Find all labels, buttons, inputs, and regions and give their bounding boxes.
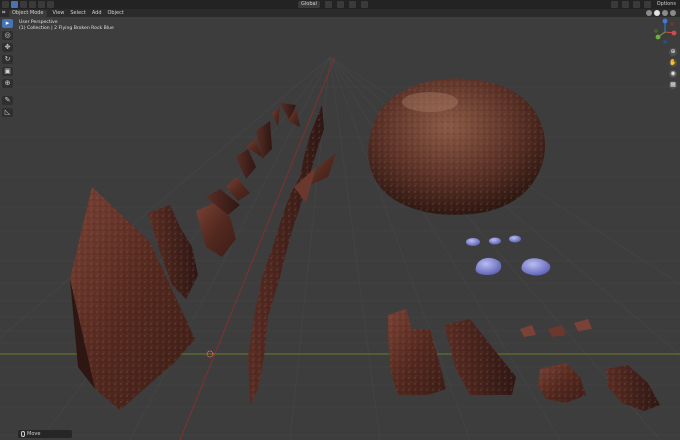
grid-icon[interactable]: ▦ <box>669 81 677 89</box>
3d-viewport[interactable]: User Perspective (1) Collection | 2 Flyi… <box>0 17 680 440</box>
menu-add[interactable]: Add <box>92 10 102 17</box>
transform-settings: Global <box>298 1 368 8</box>
rendered-shading-icon[interactable] <box>670 10 676 16</box>
rotate-tool-icon[interactable]: ↻ <box>2 55 13 64</box>
solid-shading-icon[interactable] <box>654 10 660 16</box>
select-box-mode-button[interactable] <box>11 1 18 8</box>
small-rock-fragments[interactable] <box>388 309 660 411</box>
camera-icon[interactable]: ◉ <box>669 70 677 78</box>
select-subtract-button[interactable] <box>29 1 36 8</box>
gizmo-y-axis-icon[interactable] <box>655 34 661 40</box>
proportional-edit-button[interactable] <box>348 1 356 8</box>
transform-tool-icon[interactable]: ⊕ <box>2 79 13 88</box>
collection-label: (1) Collection | 2 Flying Broken Rock Bl… <box>19 26 114 31</box>
mode-dropdown[interactable]: Object Mode <box>9 9 47 17</box>
status-hint: Move <box>18 430 72 438</box>
snap-toggle-button[interactable] <box>336 1 344 8</box>
tool-separator <box>2 91 13 93</box>
boulder-mesh[interactable] <box>368 78 546 215</box>
material-shading-icon[interactable] <box>662 10 668 16</box>
pan-hand-icon[interactable]: ✋ <box>669 59 677 67</box>
gizmo-neg-x-icon[interactable] <box>670 22 674 26</box>
gizmo-toggle-button[interactable] <box>621 1 629 8</box>
falloff-button[interactable] <box>360 1 368 8</box>
editor-type-button[interactable] <box>2 1 9 8</box>
menu-object[interactable]: Object <box>108 10 124 17</box>
wireframe-shading-icon[interactable] <box>646 10 652 16</box>
zoom-icon[interactable]: ⊕ <box>669 48 677 56</box>
select-tool-icon[interactable]: ▸ <box>2 19 13 28</box>
navigation-buttons: ⊕ ✋ ◉ ▦ <box>669 48 677 89</box>
overlay-toggle-button[interactable] <box>632 1 640 8</box>
gizmo-z-axis-icon[interactable] <box>662 18 668 24</box>
pivot-point-button[interactable] <box>324 1 332 8</box>
annotate-tool-icon[interactable]: ✎ <box>2 96 13 105</box>
gizmo-x-axis-icon[interactable] <box>671 30 677 36</box>
mouse-icon <box>21 430 25 437</box>
viewport-scene <box>0 56 680 440</box>
scale-tool-icon[interactable]: ▣ <box>2 67 13 76</box>
measure-tool-icon[interactable]: ◺ <box>2 108 13 117</box>
xray-toggle-button[interactable] <box>643 1 651 8</box>
menu-view[interactable]: View <box>53 10 65 17</box>
viewport-menubar: ⌗ Object Mode View Select Add Object <box>0 9 680 17</box>
visibility-button[interactable] <box>610 1 618 8</box>
blender-window: Global Options ⌗ Object Mode View Select… <box>0 0 680 440</box>
options-dropdown[interactable]: Options <box>657 1 676 8</box>
tool-shelf: ▸ ◎ ✥ ↻ ▣ ⊕ ✎ ◺ <box>2 19 13 117</box>
gizmo-neg-y-icon[interactable] <box>654 29 658 33</box>
gizmo-neg-z-icon[interactable] <box>663 40 667 44</box>
editor-type-icon[interactable]: ⌗ <box>2 10 8 16</box>
select-invert-button[interactable] <box>38 1 45 8</box>
shading-modes <box>646 10 676 16</box>
select-intersect-button[interactable] <box>47 1 54 8</box>
select-extend-button[interactable] <box>20 1 27 8</box>
status-label: Move <box>27 431 41 437</box>
header-right: Options <box>609 1 676 8</box>
move-tool-icon[interactable]: ✥ <box>2 43 13 52</box>
orientation-dropdown[interactable]: Global <box>298 1 320 8</box>
navigation-gizmo[interactable] <box>650 17 680 47</box>
cursor-tool-icon[interactable]: ◎ <box>2 31 13 40</box>
top-header-bar: Global Options <box>0 0 680 9</box>
menu-select[interactable]: Select <box>70 10 85 17</box>
viewport-info: User Perspective (1) Collection | 2 Flyi… <box>19 20 114 32</box>
blue-rocks-group[interactable] <box>466 235 551 276</box>
